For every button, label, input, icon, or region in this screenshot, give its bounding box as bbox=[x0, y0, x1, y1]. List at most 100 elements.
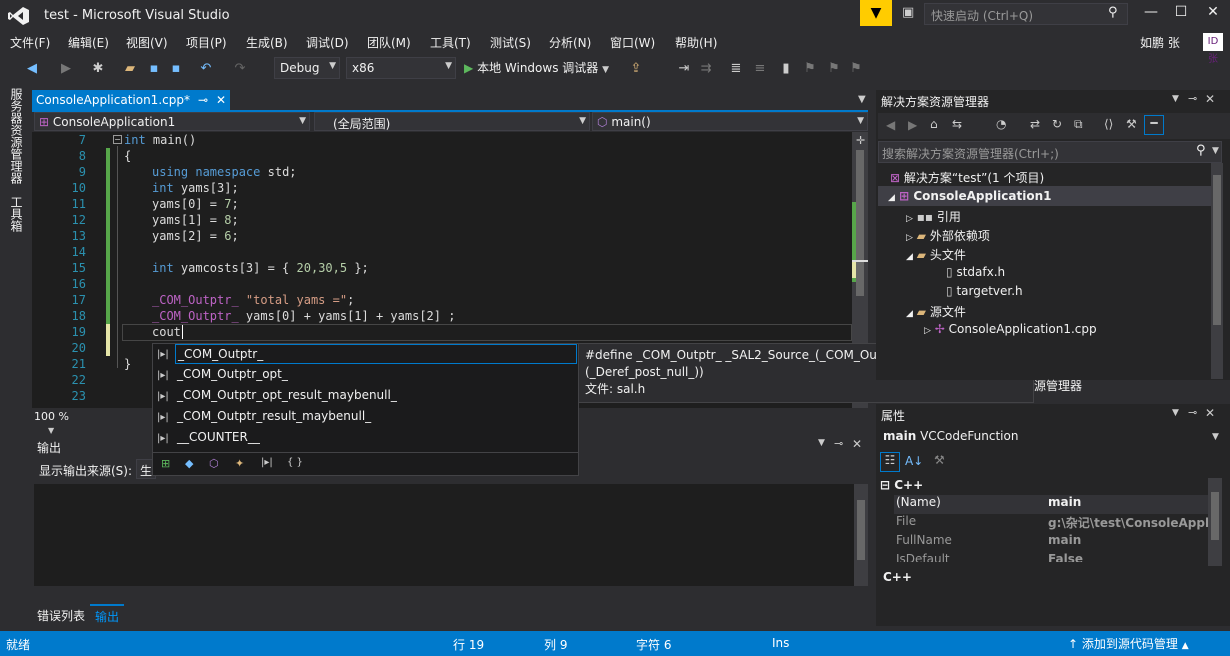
se-scrollbar[interactable] bbox=[1211, 163, 1223, 379]
se-collapse-all-icon[interactable]: ⧉ bbox=[1074, 117, 1083, 132]
se-close-icon[interactable]: ✕ bbox=[1205, 92, 1215, 106]
menu-debug[interactable]: 调试(D) bbox=[306, 34, 349, 51]
uncomment-icon[interactable]: ≡ bbox=[752, 61, 768, 77]
notification-icon[interactable]: ▣ bbox=[902, 5, 918, 21]
menu-view[interactable]: 视图(V) bbox=[126, 34, 168, 51]
menu-team[interactable]: 团队(M) bbox=[367, 34, 411, 51]
se-properties-icon[interactable]: ⚒ bbox=[1126, 117, 1137, 131]
split-icon[interactable]: ✛ bbox=[856, 134, 865, 147]
output-scrollbar[interactable] bbox=[854, 484, 868, 586]
se-pending-changes-icon[interactable]: ◔ bbox=[996, 117, 1006, 131]
save-icon[interactable]: ▪ bbox=[146, 61, 162, 77]
tree-stdafx-h[interactable]: ▯ stdafx.h bbox=[946, 265, 1005, 279]
back-icon[interactable]: ◀ bbox=[24, 61, 40, 77]
props-category[interactable]: ⊟ C++ bbox=[880, 478, 923, 492]
filter-macro-icon[interactable]: |▸| bbox=[261, 457, 273, 468]
filter-class-icon[interactable]: ◆ bbox=[185, 457, 193, 470]
tree-project[interactable]: ◢ ⊞ ConsoleApplication1 bbox=[888, 189, 1051, 203]
prev-bookmark-icon[interactable]: ⚑ bbox=[802, 61, 818, 77]
tree-source-files[interactable]: ◢ ▰ 源文件 bbox=[906, 303, 966, 320]
se-forward-icon[interactable]: ▶ bbox=[908, 118, 917, 132]
comment-icon[interactable]: ≣ bbox=[728, 61, 744, 77]
menu-tools[interactable]: 工具(T) bbox=[430, 34, 471, 51]
menu-edit[interactable]: 编辑(E) bbox=[68, 34, 109, 51]
menu-test[interactable]: 测试(S) bbox=[490, 34, 531, 51]
close-button[interactable]: ✕ bbox=[1198, 4, 1228, 24]
tree-external-deps[interactable]: ▷ ▰ 外部依赖项 bbox=[906, 227, 990, 244]
quick-launch-input[interactable]: 快速启动 (Ctrl+Q) bbox=[924, 3, 1128, 25]
filter-method-icon[interactable]: ⬡ bbox=[209, 457, 219, 470]
save-all-icon[interactable]: ▪ bbox=[168, 61, 184, 77]
step-into-icon[interactable]: ⇥ bbox=[676, 61, 692, 77]
props-close-icon[interactable]: ✕ bbox=[1205, 406, 1215, 420]
undo-icon[interactable]: ↶ bbox=[198, 61, 214, 77]
open-file-icon[interactable]: ▰ bbox=[122, 61, 138, 77]
intellisense-item[interactable]: _COM_Outptr_opt_ bbox=[175, 365, 577, 385]
se-back-icon[interactable]: ◀ bbox=[886, 118, 895, 132]
clear-bookmarks-icon[interactable]: ⚑ bbox=[848, 61, 864, 77]
filter-all-icon[interactable]: ⊞ bbox=[161, 457, 170, 470]
feedback-filter-icon[interactable]: ▼ bbox=[860, 0, 892, 26]
panel-pin-icon[interactable]: ⊸ bbox=[834, 437, 843, 450]
se-preview-icon[interactable]: ━ bbox=[1144, 115, 1164, 135]
user-name[interactable]: 如鹏 张 bbox=[1140, 34, 1180, 51]
menu-analyze[interactable]: 分析(N) bbox=[549, 34, 591, 51]
menu-build[interactable]: 生成(B) bbox=[246, 34, 288, 51]
tree-header-files[interactable]: ◢ ▰ 头文件 bbox=[906, 246, 966, 263]
project-nav-dropdown[interactable]: ⊞ ConsoleApplication1 ▼ bbox=[34, 112, 310, 131]
start-debugging-button[interactable]: ▶ 本地 Windows 调试器 ▼ bbox=[464, 59, 609, 76]
se-dropdown-icon[interactable]: ▼ bbox=[1172, 94, 1179, 104]
scope-nav-dropdown[interactable]: (全局范围) ▼ bbox=[314, 112, 590, 131]
step-over-icon[interactable]: ⇉ bbox=[698, 61, 714, 77]
property-row[interactable]: IsDefault False bbox=[894, 552, 1222, 562]
next-bookmark-icon[interactable]: ⚑ bbox=[826, 61, 842, 77]
tab-close-icon[interactable]: ✕ bbox=[216, 93, 226, 107]
se-search-icon[interactable]: ⚲ bbox=[1196, 143, 1206, 158]
props-pin-icon[interactable]: ⊸ bbox=[1188, 406, 1197, 419]
panel-close-icon[interactable]: ✕ bbox=[852, 437, 862, 451]
tree-consoleapplication1-cpp[interactable]: ▷ ✢ ConsoleApplication1.cpp bbox=[924, 322, 1097, 336]
filter-property-icon[interactable]: ✦ bbox=[235, 457, 244, 470]
redo-icon[interactable]: ↷ bbox=[232, 61, 248, 77]
scroll-thumb[interactable] bbox=[856, 150, 864, 296]
intellisense-item[interactable]: _COM_Outptr_ bbox=[175, 344, 577, 364]
tab-output[interactable]: 输出 bbox=[90, 604, 124, 626]
tree-solution[interactable]: ⊠ 解决方案“test”(1 个项目) bbox=[890, 169, 1044, 186]
intellisense-item[interactable]: __COUNTER__ bbox=[175, 428, 577, 448]
se-refresh-icon[interactable]: ↻ bbox=[1052, 117, 1062, 131]
props-dropdown-icon[interactable]: ▼ bbox=[1172, 408, 1179, 418]
pin-icon[interactable]: ⊸ bbox=[198, 93, 208, 107]
se-bottom-tab[interactable]: 源管理器 bbox=[1034, 377, 1082, 394]
new-project-icon[interactable]: ✱ bbox=[90, 61, 106, 77]
menu-help[interactable]: 帮助(H) bbox=[675, 34, 717, 51]
bookmark-icon[interactable]: ▮ bbox=[778, 61, 794, 77]
se-pin-icon[interactable]: ⊸ bbox=[1188, 92, 1197, 105]
menu-project[interactable]: 项目(P) bbox=[186, 34, 227, 51]
minimize-button[interactable]: — bbox=[1136, 4, 1166, 24]
tab-error-list[interactable]: 错误列表 bbox=[37, 607, 85, 624]
browser-link-icon[interactable]: ⇪ bbox=[628, 61, 644, 77]
se-home-icon[interactable]: ⌂ bbox=[930, 117, 938, 131]
menu-window[interactable]: 窗口(W) bbox=[610, 34, 655, 51]
server-explorer-tab[interactable]: 服务器资源管理器 bbox=[8, 88, 25, 184]
se-switch-views-icon[interactable]: ⇆ bbox=[952, 117, 962, 131]
collapse-icon[interactable]: − bbox=[113, 135, 122, 144]
maximize-button[interactable]: ☐ bbox=[1166, 4, 1196, 24]
forward-icon[interactable]: ▶ bbox=[58, 61, 74, 77]
props-scrollbar[interactable] bbox=[1208, 478, 1222, 566]
se-sync-icon[interactable]: ⇄ bbox=[1030, 117, 1040, 131]
zoom-dropdown[interactable]: 100 % ▼ bbox=[34, 410, 92, 435]
property-row[interactable]: File g:\杂记\test\ConsoleAppli bbox=[894, 514, 1222, 533]
se-view-code-icon[interactable]: ⟨⟩ bbox=[1104, 117, 1113, 131]
member-nav-dropdown[interactable]: ⬡ main() ▼ bbox=[592, 112, 868, 131]
se-search-dropdown-icon[interactable]: ▼ bbox=[1212, 146, 1219, 156]
alphabetical-icon[interactable]: A↓ bbox=[905, 454, 923, 468]
property-row[interactable]: (Name) main bbox=[894, 495, 1222, 514]
intellisense-item[interactable]: _COM_Outptr_opt_result_maybenull_ bbox=[175, 386, 577, 406]
props-object-dropdown-icon[interactable]: ▼ bbox=[1212, 432, 1219, 442]
menu-file[interactable]: 文件(F) bbox=[10, 34, 50, 51]
search-icon[interactable]: ⚲ bbox=[1108, 5, 1118, 20]
solution-platform-dropdown[interactable]: x86 ▼ bbox=[346, 57, 456, 79]
avatar[interactable]: ID张 bbox=[1203, 33, 1223, 65]
toolbox-tab[interactable]: 工具箱 bbox=[8, 196, 25, 232]
